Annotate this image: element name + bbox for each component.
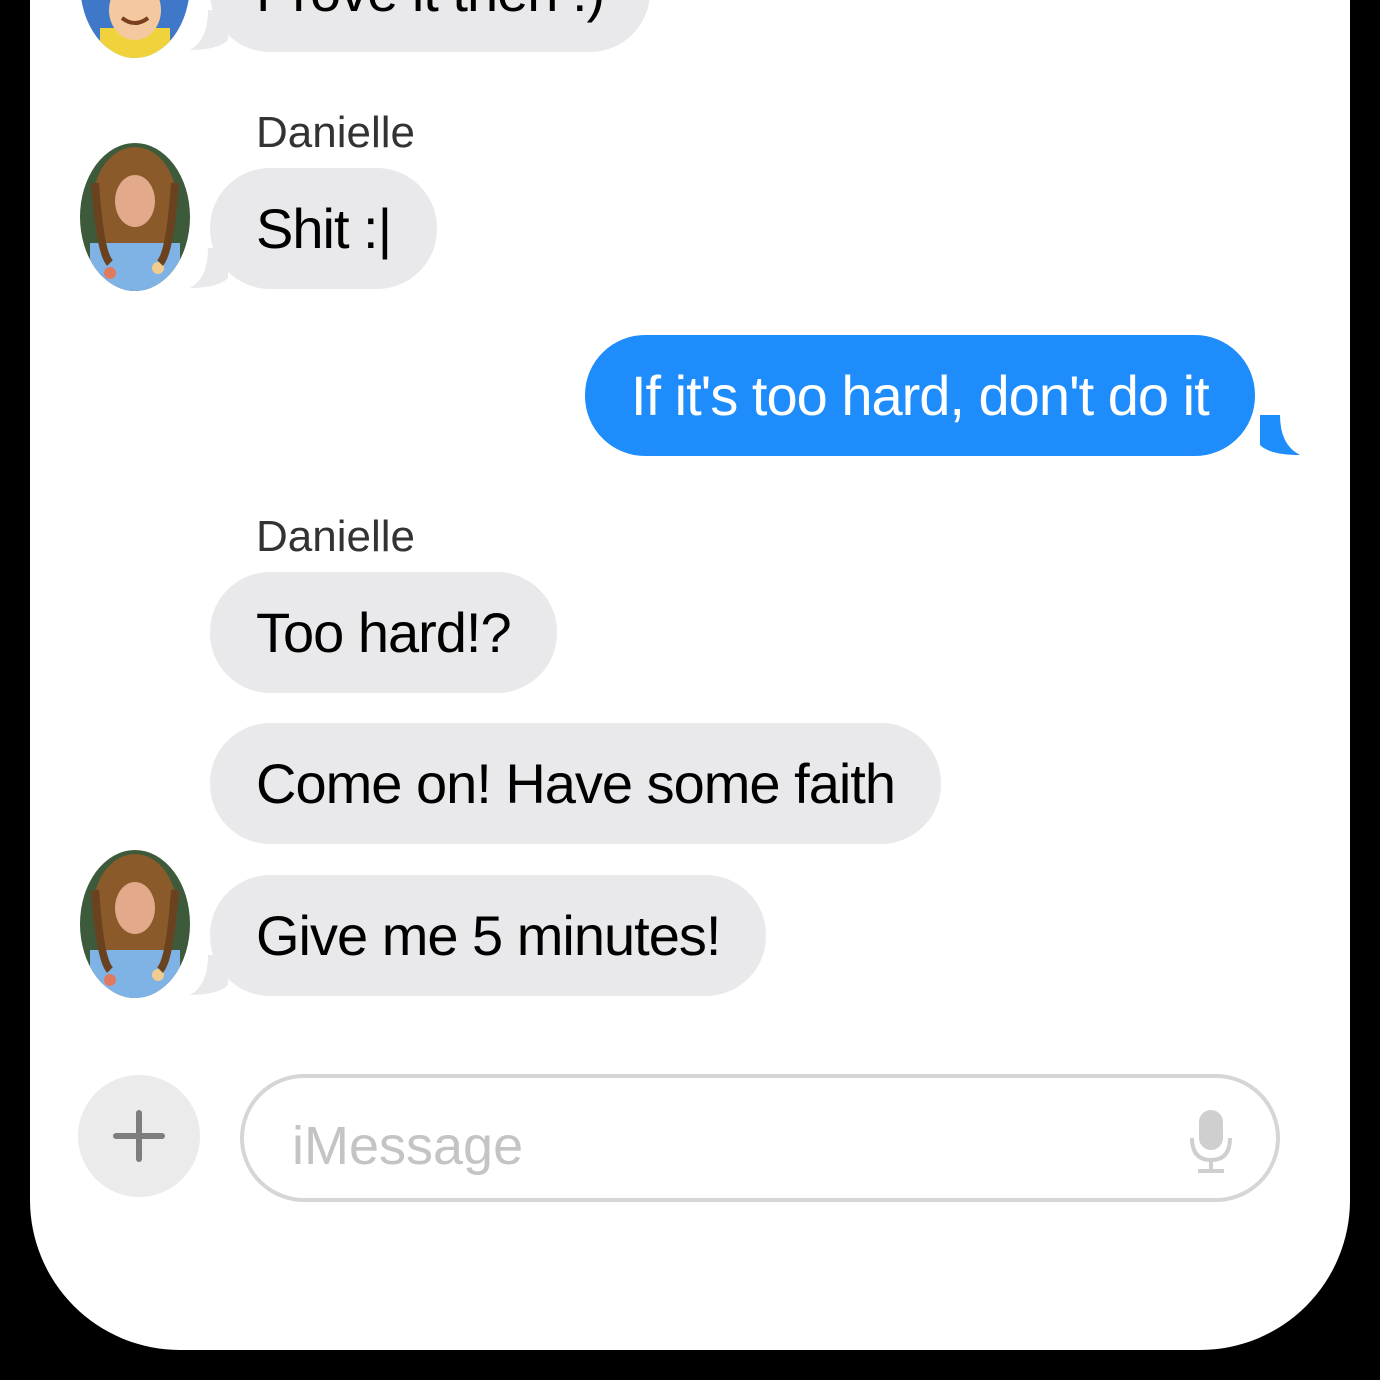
contact-avatar-cartoon[interactable] xyxy=(80,0,190,58)
cartoon-avatar-image xyxy=(81,0,189,58)
sender-name: Danielle xyxy=(256,512,415,561)
message-bubble-outgoing[interactable]: If it's too hard, don't do it xyxy=(585,335,1255,456)
message-text: Come on! Have some faith xyxy=(256,752,896,815)
contact-avatar-danielle[interactable] xyxy=(80,850,190,998)
message-text: If it's too hard, don't do it xyxy=(631,364,1210,427)
danielle-avatar-image xyxy=(80,143,190,291)
message-bubble[interactable]: Too hard!? xyxy=(210,572,557,693)
message-bubble[interactable]: Prove it then :) xyxy=(210,0,651,52)
add-attachment-button[interactable] xyxy=(78,1075,200,1197)
contact-avatar-danielle[interactable] xyxy=(80,143,190,291)
message-text: Prove it then :) xyxy=(256,0,605,23)
phone-frame: Prove it then :) Danielle Shit :| If it xyxy=(0,0,1380,1380)
message-bubble[interactable]: Give me 5 minutes! xyxy=(210,875,767,996)
message-bubble[interactable]: Shit :| xyxy=(210,168,438,289)
sender-name: Danielle xyxy=(256,108,415,157)
message-text: Too hard!? xyxy=(256,601,512,664)
messages-screen: Prove it then :) Danielle Shit :| If it xyxy=(30,0,1350,1350)
message-input-placeholder: iMessage xyxy=(292,1116,524,1176)
plus-icon xyxy=(113,1110,165,1162)
message-input[interactable]: iMessage xyxy=(240,1074,1280,1202)
message-text: Give me 5 minutes! xyxy=(256,904,721,967)
message-text: Shit :| xyxy=(256,197,392,260)
danielle-avatar-image xyxy=(80,850,190,998)
message-bubble[interactable]: Come on! Have some faith xyxy=(210,723,941,844)
microphone-icon[interactable] xyxy=(1188,1108,1234,1174)
bubble-tail xyxy=(1260,415,1300,455)
